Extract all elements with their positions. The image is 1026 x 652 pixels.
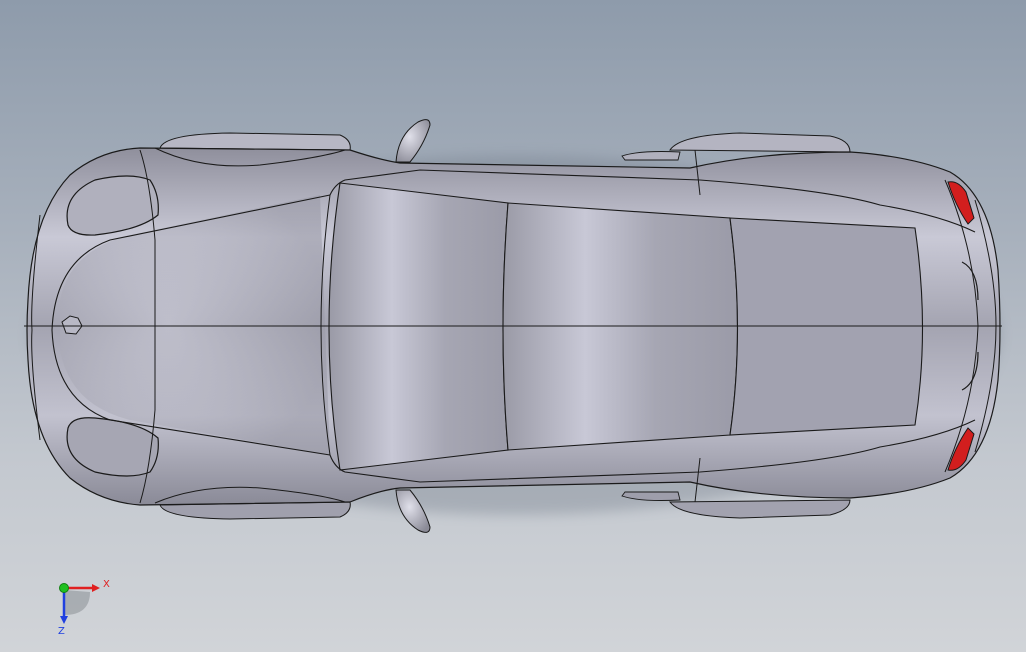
rear-fender-bottom	[669, 499, 851, 519]
triad-shadow	[64, 590, 90, 615]
car-model-top-view[interactable]	[0, 0, 1026, 652]
z-axis-label: Z	[58, 626, 65, 637]
side-mirror-top	[395, 119, 431, 163]
x-axis-label: X	[103, 579, 110, 590]
rear-window	[729, 217, 924, 436]
rear-fender-top	[669, 132, 851, 153]
roof	[502, 202, 739, 451]
y-axis-icon	[59, 583, 69, 593]
front-fender-top	[159, 132, 351, 151]
coordinate-triad: X Z	[58, 579, 110, 637]
door-handle-top	[621, 151, 681, 161]
graphics-viewport[interactable]: X Z	[0, 0, 1026, 652]
windshield	[328, 182, 509, 471]
